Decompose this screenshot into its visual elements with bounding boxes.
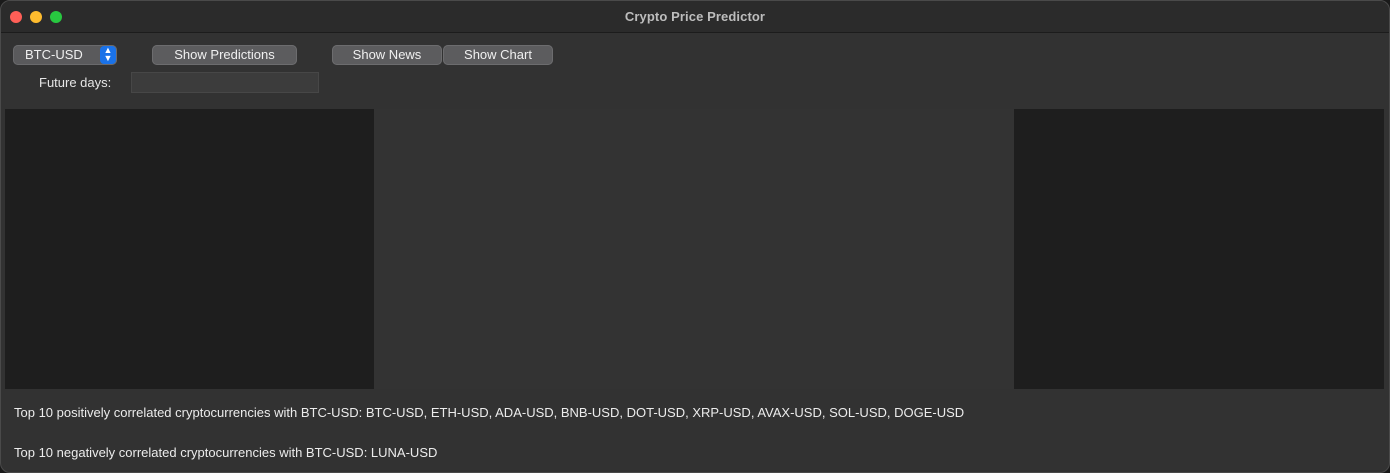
- right-panel: [1014, 109, 1384, 389]
- future-days-input[interactable]: [131, 72, 319, 93]
- show-news-button[interactable]: Show News: [332, 45, 442, 65]
- show-predictions-button[interactable]: Show Predictions: [152, 45, 297, 65]
- negative-correlation-text: Top 10 negatively correlated cryptocurre…: [14, 445, 438, 460]
- symbol-select-value: BTC-USD: [25, 47, 83, 62]
- positive-correlation-text: Top 10 positively correlated cryptocurre…: [14, 405, 965, 420]
- center-panel: [374, 109, 1014, 389]
- show-chart-button[interactable]: Show Chart: [443, 45, 553, 65]
- app-window: Crypto Price Predictor BTC-USD ▲ ▼ Show P…: [0, 0, 1390, 473]
- window-title: Crypto Price Predictor: [624, 9, 766, 24]
- select-arrows-icon: ▲ ▼: [100, 46, 116, 64]
- title-bar[interactable]: Crypto Price Predictor: [1, 1, 1389, 33]
- future-days-label: Future days:: [39, 75, 112, 90]
- left-panel: [5, 109, 374, 389]
- symbol-select[interactable]: BTC-USD ▲ ▼: [13, 45, 117, 65]
